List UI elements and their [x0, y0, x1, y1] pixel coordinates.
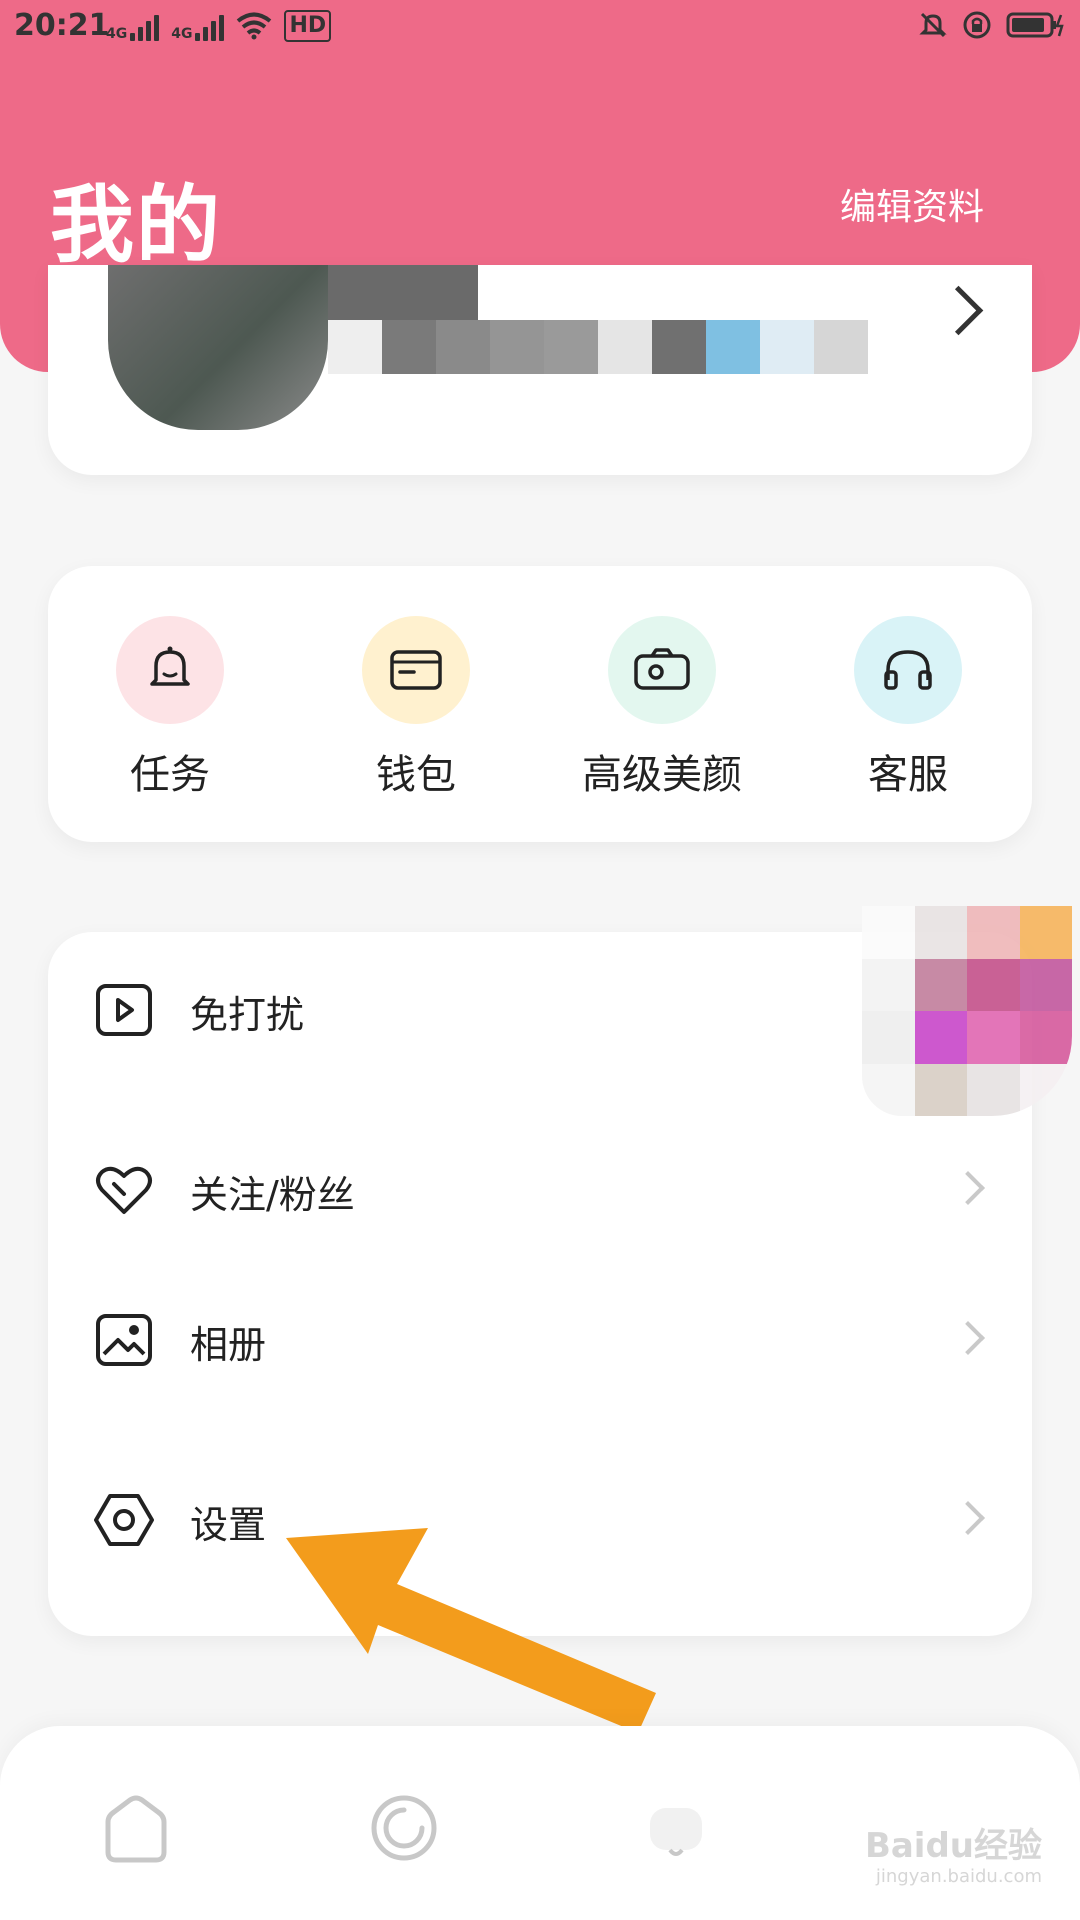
status-time: 20:21: [14, 8, 110, 43]
menu-item-label: 相册: [190, 1323, 267, 1367]
battery-icon: [1006, 12, 1064, 38]
hd-icon: HD: [284, 10, 332, 42]
username-mosaic-top: [328, 265, 478, 320]
quick-action-label: 高级美颜: [582, 752, 742, 798]
chevron-right-icon: [951, 1501, 985, 1535]
play-square-icon: [96, 984, 152, 1036]
chevron-right-icon: [933, 285, 984, 336]
status-left-icons: 4G 4G HD: [106, 10, 332, 42]
edit-profile-link[interactable]: 编辑资料: [840, 178, 984, 230]
quick-action-label: 任务: [130, 752, 210, 798]
quick-action-task[interactable]: 任务: [70, 616, 270, 800]
quick-action-support[interactable]: 客服: [808, 616, 1008, 800]
signal-icon: 4G: [106, 11, 160, 41]
chevron-right-icon: [951, 1321, 985, 1355]
headphones-icon: [854, 616, 962, 724]
quick-actions-card: 任务 钱包 高级美颜 客服: [48, 566, 1032, 842]
home-icon[interactable]: [96, 1788, 176, 1868]
heart-icon: [96, 1166, 152, 1214]
chevron-right-icon: [951, 1171, 985, 1205]
menu-item-label: 关注/粉丝: [190, 1173, 355, 1217]
avatar: [108, 265, 328, 430]
quick-action-label: 钱包: [376, 752, 456, 798]
watermark: Baidu经验 jingyan.baidu.com: [865, 1826, 1042, 1888]
image-icon: [96, 1314, 152, 1366]
wallet-icon: [362, 616, 470, 724]
profile-icon[interactable]: [636, 1788, 716, 1868]
bottom-nav: Baidu经验 jingyan.baidu.com: [0, 1726, 1080, 1920]
status-right-icons: [918, 10, 1066, 40]
wifi-icon: [237, 12, 272, 40]
hexagon-settings-icon: [94, 1494, 154, 1546]
menu-item-follow-fans[interactable]: 关注/粉丝: [48, 1120, 1032, 1260]
bell-icon: [116, 616, 224, 724]
camera-icon: [608, 616, 716, 724]
quick-action-beauty[interactable]: 高级美颜: [562, 616, 762, 800]
watermark-brand: Baidu经验: [864, 1826, 1042, 1866]
page: 20:21 4G 4G HD 我的 编辑资料 任务 钱包 高级美颜 客服 免打扰…: [0, 0, 1080, 1920]
menu-item-label: 免打扰: [190, 993, 305, 1037]
quick-action-label: 客服: [868, 752, 948, 798]
menu-item-label: 设置: [190, 1503, 267, 1547]
watermark-url: jingyan.baidu.com: [875, 1866, 1042, 1887]
lock-rotation-icon: [963, 11, 991, 39]
signal-icon-2: 4G: [171, 11, 225, 41]
page-title: 我的: [50, 176, 223, 274]
quick-action-wallet[interactable]: 钱包: [316, 616, 516, 800]
status-bar: 20:21 4G 4G HD: [0, 0, 1080, 56]
username-mosaic: [328, 320, 868, 374]
menu-item-album[interactable]: 相册: [48, 1270, 1032, 1410]
menu-item-settings[interactable]: 设置: [48, 1450, 1032, 1590]
bell-muted-icon: [919, 12, 947, 38]
refresh-icon[interactable]: [364, 1788, 444, 1868]
profile-card[interactable]: [48, 265, 1032, 475]
pixelated-overlay: [862, 906, 1072, 1116]
